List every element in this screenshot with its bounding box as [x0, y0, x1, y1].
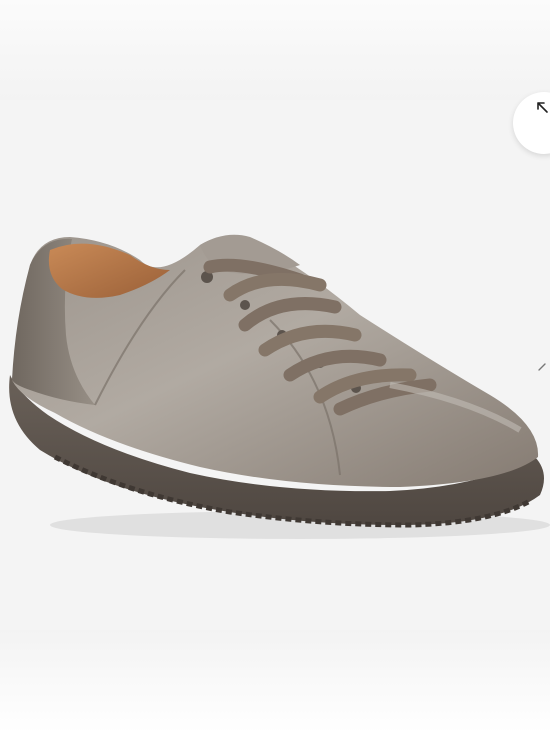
chevron-right-icon[interactable] — [536, 360, 550, 374]
shoe-product-image — [9, 234, 550, 539]
expand-arrow-icon — [537, 102, 548, 113]
top-background — [0, 0, 550, 100]
bottom-background — [0, 630, 550, 733]
product-image-viewer — [0, 0, 550, 733]
